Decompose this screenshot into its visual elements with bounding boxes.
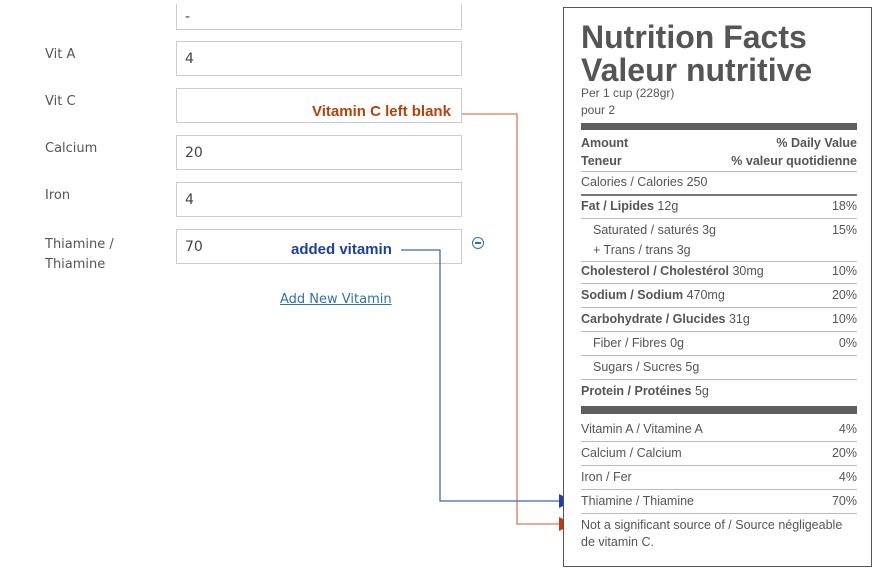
calcium-row: Calcium / Calcium 20% (581, 445, 857, 461)
calcium-text: Calcium / Calcium (581, 446, 682, 460)
vitamin-a-dv: 4% (838, 422, 857, 436)
vitamin-a-row: Vitamin A / Vitamine A 4% (581, 421, 857, 437)
amount-label: Amount (581, 136, 629, 150)
fat-dv: 18% (831, 199, 857, 213)
carbohydrate-amount: 31g (728, 312, 750, 326)
cholesterol-amount: 30mg (732, 264, 764, 278)
red-connector-line (462, 113, 561, 525)
fat-row: Fat / Lipides 12g 18% (581, 198, 857, 214)
calories-text: Calories / Calories 250 (581, 175, 708, 189)
sugars-row: Sugars / Sucres 5g (581, 359, 857, 375)
cholesterol-row: Cholesterol / Cholestérol 30mg 10% (581, 263, 857, 279)
sugars-text: Sugars / Sucres 5g (593, 360, 700, 374)
teneur-label: Teneur (581, 154, 622, 168)
protein-row: Protein / Protéines 5g (581, 383, 857, 399)
serving-size-fr: pour 2 (581, 103, 616, 117)
fiber-text: Fiber / Fibres 0g (593, 336, 685, 350)
thiamine-text: Thiamine / Thiamine (581, 494, 695, 508)
trans-row: + Trans / trans 3g (581, 242, 857, 258)
divider (581, 513, 857, 514)
calcium-dv: 20% (831, 446, 857, 460)
serving-size: Per 1 cup (228gr) (581, 86, 675, 100)
divider (581, 307, 857, 308)
iron-dv: 4% (838, 470, 857, 484)
teneur-header: Teneur % valeur quotidienne (581, 153, 857, 169)
carbohydrate-label: Carbohydrate / Glucides (581, 312, 726, 326)
nutrition-title-fr: Valeur nutritive (581, 52, 813, 88)
fat-label: Fat / Lipides (581, 199, 654, 213)
protein-amount: 5g (694, 384, 709, 398)
saturated-dv: 15% (831, 223, 857, 237)
divider (581, 283, 857, 284)
sodium-dv: 20% (831, 288, 857, 302)
divider (581, 441, 857, 442)
saturated-row: Saturated / saturés 3g 15% (581, 222, 857, 238)
fiber-dv: 0% (838, 336, 857, 350)
thick-divider-top (581, 123, 857, 130)
blue-connector-line (401, 249, 561, 502)
thiamine-row: Thiamine / Thiamine 70% (581, 493, 857, 509)
nutrition-title-en: Nutrition Facts (581, 19, 807, 55)
saturated-text: Saturated / saturés 3g (593, 223, 716, 237)
divider (581, 465, 857, 466)
divider (581, 355, 857, 356)
thiamine-dv: 70% (831, 494, 857, 508)
daily-value-header-fr: % valeur quotidienne (731, 154, 857, 168)
carbohydrate-dv: 10% (831, 312, 857, 326)
amount-header: Amount % Daily Value (581, 135, 857, 151)
trans-text: + Trans / trans 3g (593, 243, 691, 257)
calories-row: Calories / Calories 250 (581, 174, 857, 190)
divider (581, 379, 857, 380)
divider (581, 331, 857, 332)
fiber-row: Fiber / Fibres 0g 0% (581, 335, 857, 351)
daily-value-header: % Daily Value (776, 136, 857, 150)
protein-label: Protein / Protéines (581, 384, 692, 398)
cholesterol-label: Cholesterol / Cholestérol (581, 264, 729, 278)
nutrition-facts-panel: Nutrition Facts Valeur nutritive Per 1 c… (563, 7, 872, 567)
iron-row: Iron / Fer 4% (581, 469, 857, 485)
iron-text: Iron / Fer (581, 470, 632, 484)
divider (581, 218, 857, 219)
cholesterol-dv: 10% (831, 264, 857, 278)
footnote-line2: de vitamin C. (581, 535, 654, 549)
vitamin-a-text: Vitamin A / Vitamine A (581, 422, 703, 436)
fat-amount: 12g (657, 199, 679, 213)
divider (581, 194, 857, 196)
divider (581, 489, 857, 490)
thick-divider-bottom (581, 406, 857, 414)
divider (581, 171, 857, 172)
divider (581, 261, 857, 262)
sodium-amount: 470mg (686, 288, 725, 302)
sodium-row: Sodium / Sodium 470mg 20% (581, 287, 857, 303)
carbohydrate-row: Carbohydrate / Glucides 31g 10% (581, 311, 857, 327)
footnote-line1: Not a significant source of / Source nég… (581, 518, 843, 532)
sodium-label: Sodium / Sodium (581, 288, 684, 302)
